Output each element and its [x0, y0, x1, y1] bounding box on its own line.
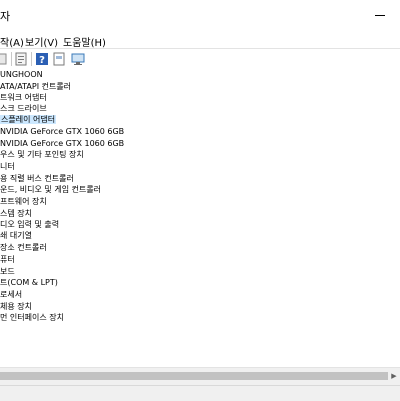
menu-help[interactable]: 도움말(H): [63, 34, 106, 49]
menu-action[interactable]: 작(A): [0, 34, 24, 49]
device-tree[interactable]: UNGHOON ATA/ATAPI 컨트롤러 트워크 어댑터 스크 드라이브 스…: [0, 69, 400, 367]
scrollbar-thumb[interactable]: [0, 372, 388, 380]
horizontal-scrollbar[interactable]: ▶: [0, 367, 400, 385]
menu-bar: 작(A) 보기(V) 도움말(H): [0, 32, 400, 49]
status-bar: [0, 385, 400, 401]
device-view-button[interactable]: [52, 52, 66, 66]
tree-item[interactable]: 트(COM & LPT): [0, 277, 58, 289]
tree-item[interactable]: 먼 인터페이스 장치: [0, 312, 64, 324]
tree-item[interactable]: 장소 컨트롤러: [0, 242, 47, 254]
help-button[interactable]: ?: [35, 52, 49, 66]
tree-item[interactable]: 니터: [0, 161, 15, 173]
minimize-button[interactable]: [360, 0, 400, 30]
help-icon: ?: [36, 53, 48, 66]
toolbar-partial-icon: [0, 53, 7, 65]
toolbar-separator: [11, 52, 12, 66]
properties-icon: [15, 52, 27, 66]
tree-item[interactable]: 쇄 대기열: [0, 230, 32, 242]
document-icon: [53, 52, 65, 66]
toolbar-button-partial[interactable]: [0, 52, 7, 66]
tree-item[interactable]: 퓨터: [0, 254, 15, 266]
toolbar: ?: [0, 48, 400, 70]
device-manager-window: 자 작(A) 보기(V) 도움말(H) ? UNGHOON ATA/ATAPI …: [0, 0, 400, 401]
svg-text:?: ?: [39, 55, 45, 66]
monitor-icon: [71, 53, 85, 65]
scroll-right-arrow-icon[interactable]: ▶: [389, 371, 399, 381]
properties-button[interactable]: [14, 52, 28, 66]
tree-root[interactable]: UNGHOON: [0, 69, 43, 81]
monitor-button[interactable]: [71, 52, 85, 66]
tree-item[interactable]: 로세서: [0, 289, 22, 301]
tree-item[interactable]: 우스 및 기타 포인팅 장치: [0, 149, 84, 161]
title-bar: 자: [0, 0, 400, 30]
tree-subitem[interactable]: NVIDIA GeForce GTX 1060 6GB: [0, 126, 124, 138]
tree-item[interactable]: 프트웨어 장치: [0, 196, 47, 208]
tree-item[interactable]: 운드, 비디오 및 게임 컨트롤러: [0, 184, 101, 196]
menu-view[interactable]: 보기(V): [25, 34, 58, 49]
window-title: 자: [0, 10, 11, 23]
minimize-icon: [375, 14, 385, 16]
tree-item-selected[interactable]: 스플레이 어댑터: [0, 114, 57, 126]
toolbar-separator: [31, 52, 32, 66]
